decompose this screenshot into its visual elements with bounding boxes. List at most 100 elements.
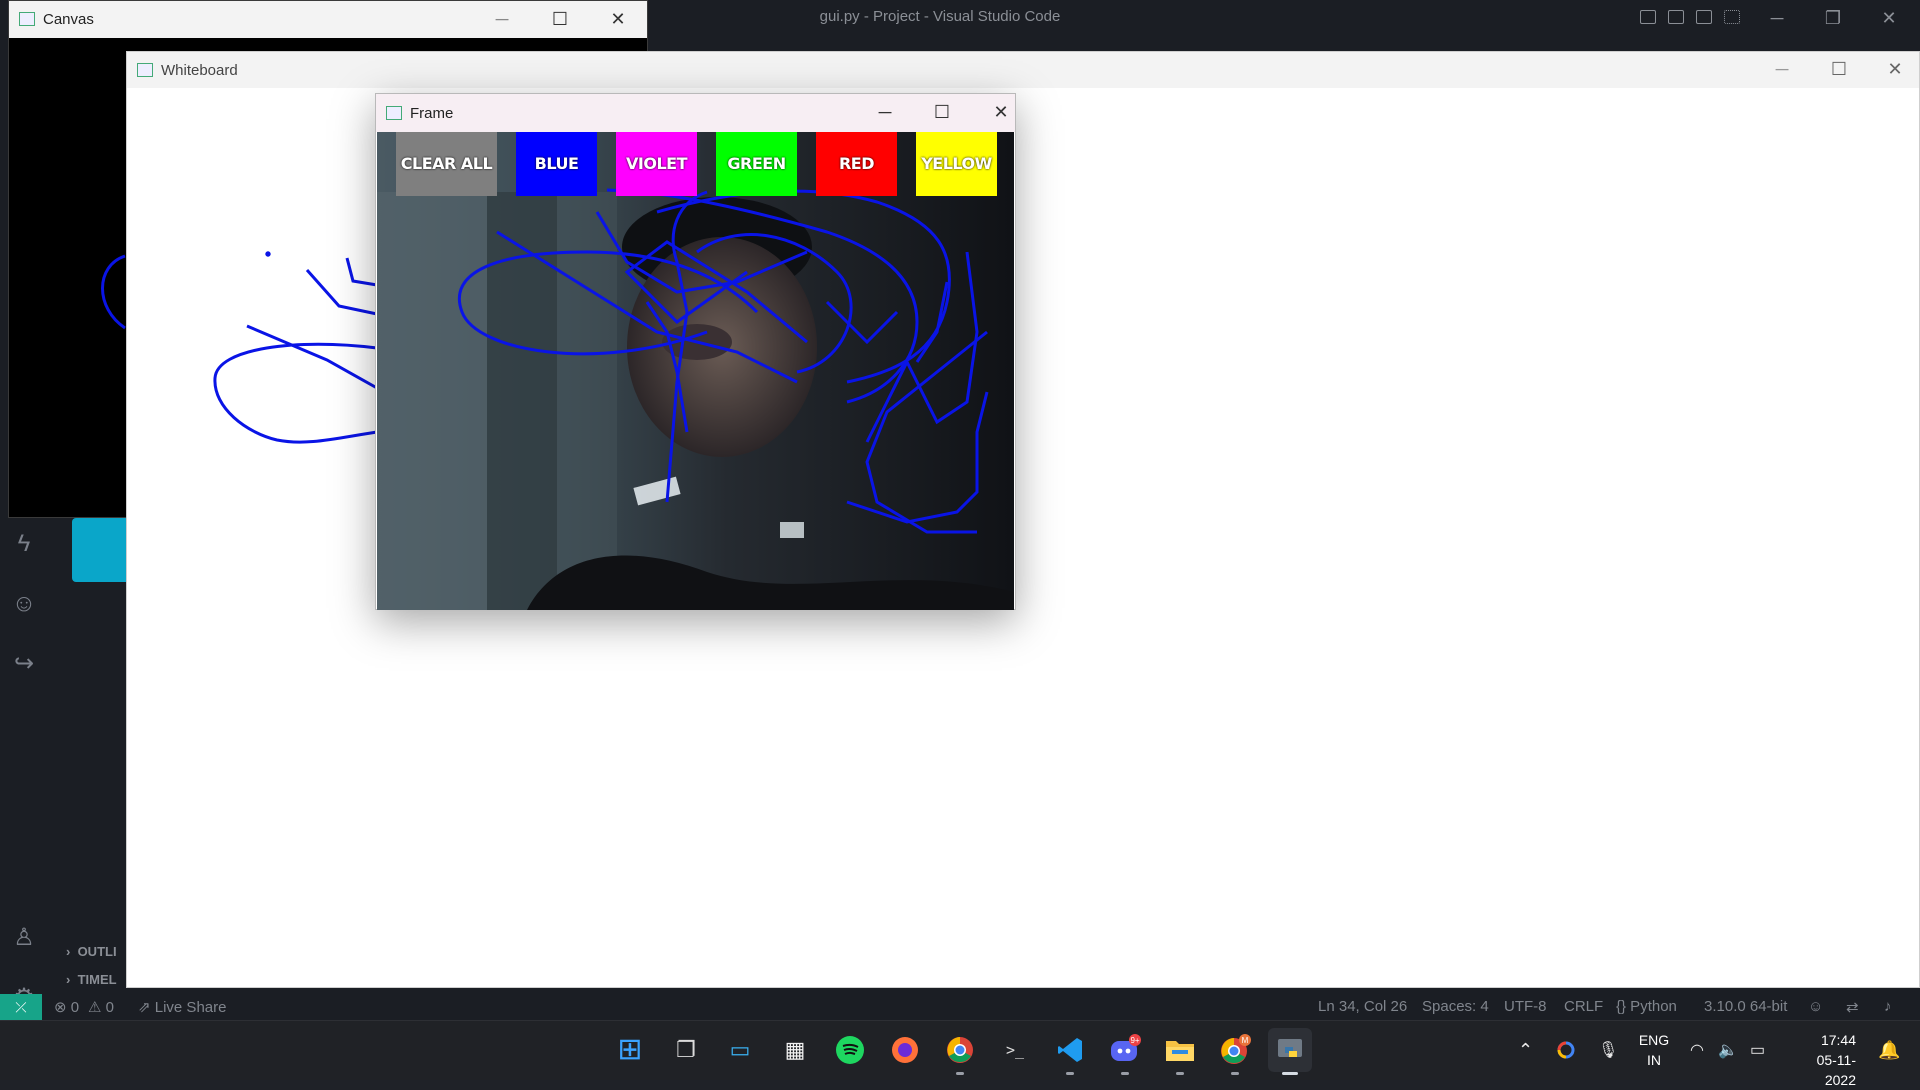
svg-text:M: M — [1242, 1036, 1249, 1045]
remote-indicator-button[interactable]: ⤫ — [0, 994, 42, 1020]
webcam-feed[interactable] — [377, 132, 1014, 610]
language-indicator[interactable]: ENG IN — [1632, 1030, 1676, 1070]
notification-bell-icon[interactable]: 🔔 — [1878, 1040, 1900, 1061]
whiteboard-title: Whiteboard — [161, 62, 238, 79]
chrome-icon — [947, 1037, 973, 1063]
customize-layout-icon[interactable] — [1724, 10, 1740, 24]
volume-icon[interactable]: 🔈 — [1718, 1040, 1738, 1060]
python-interpreter[interactable]: 3.10.0 64-bit — [1704, 998, 1787, 1015]
vscode-restore-button[interactable]: ❐ — [1820, 6, 1846, 30]
frame-maximize-button[interactable]: ☐ — [927, 102, 957, 123]
canvas-maximize-button[interactable]: ☐ — [545, 9, 575, 30]
start-button[interactable]: ⊞ — [608, 1028, 652, 1072]
toggle-secondary-sidebar-icon[interactable] — [1696, 10, 1712, 24]
terminal-icon: >_ — [1005, 1041, 1025, 1059]
whiteboard-minimize-button[interactable]: ─ — [1767, 59, 1797, 80]
cursor-position[interactable]: Ln 34, Col 26 — [1318, 998, 1407, 1015]
live-share-icon: ⇗ — [138, 999, 155, 1016]
taskbar-store[interactable]: ▦ — [773, 1028, 817, 1072]
frame-close-button[interactable]: ✕ — [986, 102, 1016, 123]
task-view-icon: ❐ — [676, 1037, 696, 1062]
canvas-title: Canvas — [43, 11, 94, 28]
copilot-status-icon[interactable]: ☺ — [1808, 998, 1823, 1015]
red-color-button[interactable]: RED — [816, 132, 897, 196]
microphone-icon[interactable]: 🎙 — [1598, 1040, 1618, 1060]
taskbar-terminal[interactable]: >_ — [993, 1028, 1037, 1072]
copilot-icon[interactable]: ☺ — [10, 590, 38, 618]
chrome-icon: M — [1221, 1034, 1251, 1064]
violet-color-button[interactable]: VIOLET — [616, 132, 697, 196]
problems-warnings[interactable]: ⚠ 0 — [88, 998, 114, 1016]
running-indicator — [1231, 1072, 1239, 1075]
indentation[interactable]: Spaces: 4 — [1422, 998, 1489, 1015]
taskbar-task-view[interactable]: ❐ — [664, 1028, 708, 1072]
taskbar-chrome-1[interactable] — [938, 1028, 982, 1072]
running-indicator — [956, 1072, 964, 1075]
language-mode[interactable]: {} Python — [1616, 998, 1677, 1015]
chevron-right-icon: › — [66, 972, 78, 987]
wifi-icon[interactable]: ◠ — [1690, 1040, 1704, 1060]
encoding[interactable]: UTF-8 — [1504, 998, 1547, 1015]
vscode-title: gui.py - Project - Visual Studio Code — [819, 8, 1061, 25]
clear-all-button[interactable]: CLEAR ALL — [396, 132, 497, 196]
feedback-icon[interactable]: ⇄ — [1846, 998, 1859, 1016]
running-indicator — [1176, 1072, 1184, 1075]
notifications-bell-icon[interactable]: ♪ — [1884, 998, 1892, 1015]
running-indicator — [1121, 1072, 1129, 1075]
firefox-icon — [892, 1037, 918, 1063]
app-icon — [386, 106, 402, 120]
folder-icon — [1166, 1041, 1194, 1061]
app-icon — [19, 12, 35, 26]
taskbar-discord[interactable]: 9+ — [1103, 1028, 1147, 1072]
active-indicator — [1282, 1072, 1298, 1075]
discord-icon: 9+ — [1111, 1034, 1141, 1061]
python-icon — [1278, 1039, 1302, 1057]
toggle-primary-sidebar-icon[interactable] — [1640, 10, 1656, 24]
canvas-minimize-button[interactable]: ─ — [487, 9, 517, 30]
live-share-icon[interactable]: ↪ — [10, 650, 38, 678]
frame-minimize-button[interactable]: ─ — [870, 102, 900, 123]
problems-errors[interactable]: ⊗ 0 — [54, 998, 79, 1016]
vscode-icon — [1058, 1038, 1082, 1062]
clock[interactable]: 17:44 05-11-2022 — [1786, 1030, 1856, 1090]
canvas-close-button[interactable]: ✕ — [603, 9, 633, 30]
vscode-close-button[interactable]: ✕ — [1876, 6, 1902, 30]
sidebar-timeline-section[interactable]: › TIMEL — [66, 972, 117, 987]
sidebar-outline-section[interactable]: › OUTLI — [66, 944, 117, 959]
frame-title: Frame — [410, 105, 454, 122]
colored-ring-icon — [1557, 1041, 1575, 1059]
svg-text:9+: 9+ — [1130, 1036, 1139, 1045]
toggle-panel-icon[interactable] — [1668, 10, 1684, 24]
green-color-button[interactable]: GREEN — [716, 132, 797, 196]
whiteboard-titlebar: Whiteboard ─ ☐ ✕ — [127, 52, 1919, 88]
whiteboard-strokes — [213, 251, 378, 444]
running-indicator — [1066, 1072, 1074, 1075]
whiteboard-close-button[interactable]: ✕ — [1880, 59, 1910, 80]
taskbar-python[interactable] — [1268, 1028, 1312, 1072]
store-icon: ▦ — [784, 1037, 806, 1062]
app-icon — [137, 63, 153, 77]
end-of-line[interactable]: CRLF — [1564, 998, 1603, 1015]
taskbar-chrome-2[interactable]: M — [1213, 1028, 1257, 1072]
spotify-icon — [836, 1036, 864, 1064]
google-drive-icon[interactable] — [1556, 1040, 1576, 1065]
blue-color-button[interactable]: BLUE — [516, 132, 597, 196]
accounts-icon[interactable]: ♙ — [10, 924, 38, 952]
vscode-minimize-button[interactable]: ─ — [1764, 6, 1790, 30]
sidebar-highlight — [72, 518, 132, 582]
yellow-color-button[interactable]: YELLOW — [916, 132, 997, 196]
taskbar-firefox[interactable] — [883, 1028, 927, 1072]
battery-icon[interactable]: ▭ — [1750, 1040, 1765, 1060]
taskbar-vscode[interactable] — [1048, 1028, 1092, 1072]
lightning-icon[interactable]: ϟ — [10, 530, 38, 558]
taskbar-file-explorer[interactable] — [1158, 1028, 1202, 1072]
frame-titlebar: Frame ─ ☐ ✕ — [376, 94, 1015, 132]
monitor-icon: ▭ — [729, 1037, 751, 1062]
canvas-titlebar: Canvas ─ ☐ ✕ — [9, 1, 647, 38]
taskbar-desktop[interactable]: ▭ — [718, 1028, 762, 1072]
live-share-status[interactable]: ⇗ Live Share — [138, 998, 226, 1016]
taskbar-spotify[interactable] — [828, 1028, 872, 1072]
chevron-right-icon: › — [66, 944, 78, 959]
chevron-up-icon[interactable]: ⌃ — [1518, 1040, 1533, 1061]
whiteboard-maximize-button[interactable]: ☐ — [1824, 59, 1854, 80]
